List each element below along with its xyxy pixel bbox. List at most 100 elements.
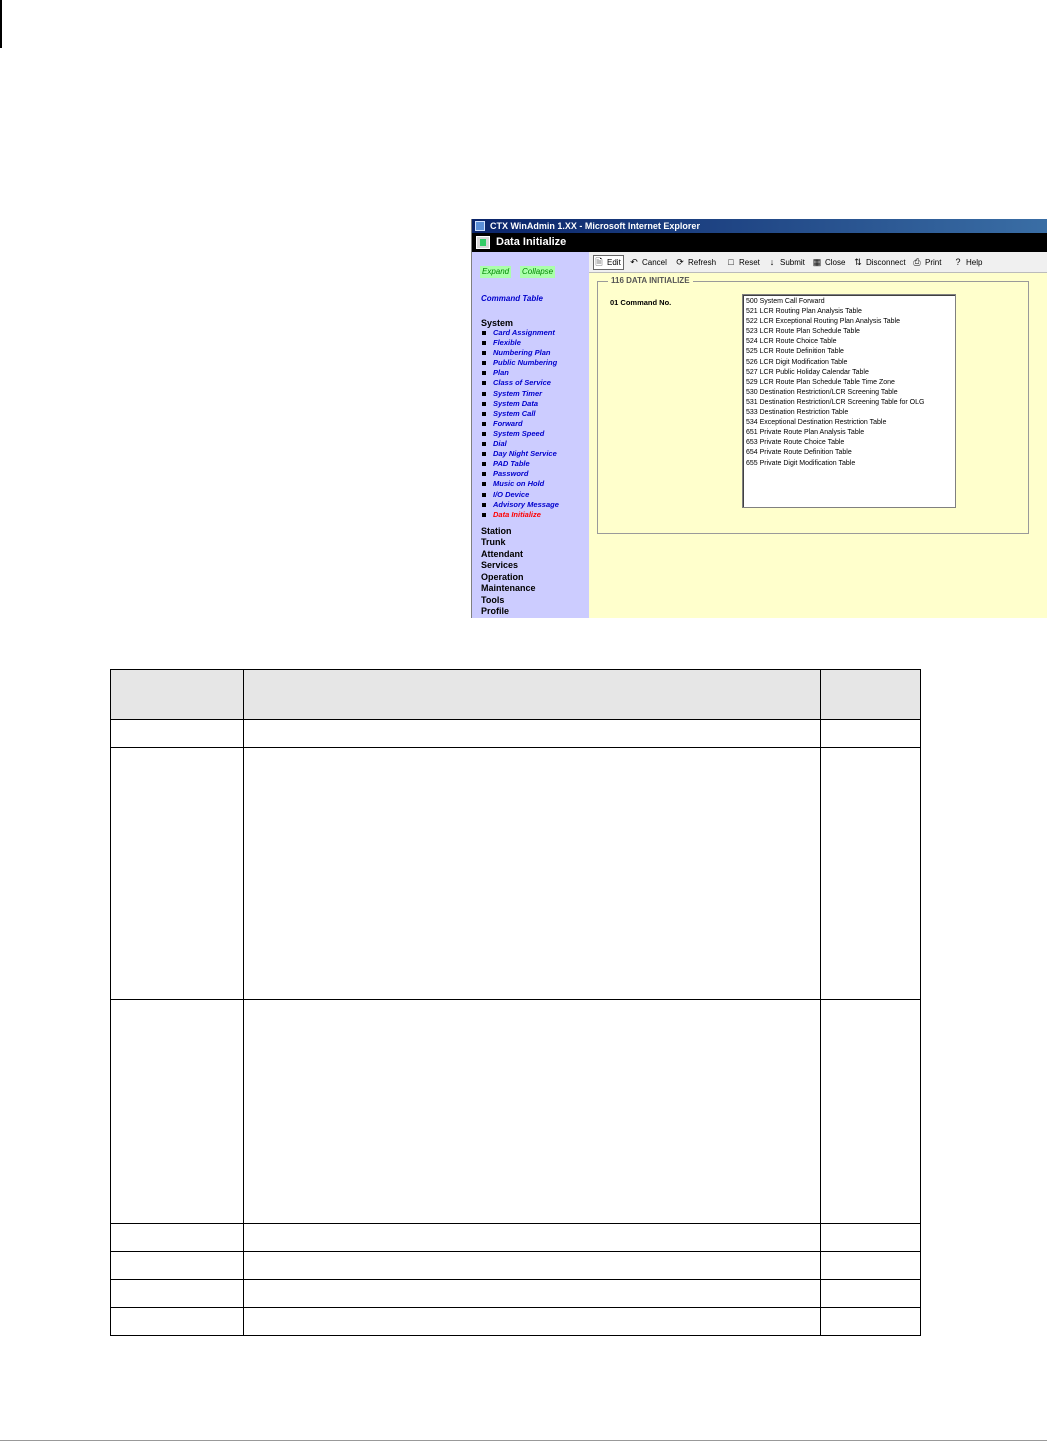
- nav-category-maintenance[interactable]: Maintenance: [481, 583, 536, 593]
- reset-label: Reset: [739, 258, 760, 267]
- cancel-button[interactable]: ↶ Cancel: [629, 256, 667, 269]
- disconnect-label: Disconnect: [866, 258, 906, 267]
- nav-item-password[interactable]: Password: [481, 469, 587, 479]
- nav-item-card-assignment[interactable]: Card Assignment: [481, 328, 587, 338]
- table-row: [110, 1223, 921, 1252]
- table-cell: [110, 1279, 244, 1308]
- listbox-option[interactable]: 531 Destination Restriction/LCR Screenin…: [746, 398, 952, 408]
- nav-item-system-speed-dial-cont[interactable]: Dial: [481, 439, 587, 449]
- nav-item-system-timer[interactable]: System Timer: [481, 389, 587, 399]
- edit-page-icon: 🗎: [595, 257, 603, 267]
- listbox-option[interactable]: 653 Private Route Choice Table: [746, 438, 952, 448]
- table-row: [110, 1307, 921, 1336]
- nav-system-list: Card Assignment Flexible Numbering Plan …: [481, 328, 587, 520]
- help-button[interactable]: ? Help: [953, 256, 982, 269]
- command-no-label: 01 Command No.: [610, 298, 672, 307]
- window-title: CTX WinAdmin 1.XX - Microsoft Internet E…: [490, 221, 700, 231]
- nav-item-advisory-message[interactable]: Advisory Message: [481, 500, 587, 510]
- table-cell: [820, 747, 921, 1000]
- nav-item-music-on-hold[interactable]: Music on Hold: [481, 479, 587, 489]
- listbox-option[interactable]: 533 Destination Restriction Table: [746, 408, 952, 418]
- nav-category-attendant[interactable]: Attendant: [481, 549, 523, 559]
- listbox-option[interactable]: 521 LCR Routing Plan Analysis Table: [746, 307, 952, 317]
- table-header-row: [110, 669, 921, 720]
- table-cell: [820, 1279, 921, 1308]
- table-cell: [110, 747, 244, 1000]
- table-row: [110, 1279, 921, 1308]
- cancel-label: Cancel: [642, 258, 667, 267]
- page-header-icon: [476, 236, 490, 249]
- nav-category-profile[interactable]: Profile: [481, 606, 509, 616]
- table-cell: [243, 747, 821, 1000]
- nav-item-class-of-service[interactable]: Class of Service: [481, 378, 587, 388]
- listbox-option[interactable]: 527 LCR Public Holiday Calendar Table: [746, 368, 952, 378]
- listbox-option[interactable]: 500 System Call Forward: [746, 297, 952, 307]
- table-cell: [820, 719, 921, 748]
- submit-icon: ↓: [769, 257, 775, 267]
- nav-item-pad-table[interactable]: PAD Table: [481, 459, 587, 469]
- listbox-option[interactable]: 522 LCR Exceptional Routing Plan Analysi…: [746, 317, 952, 327]
- page-corner-mark: [0, 0, 2, 48]
- listbox-option[interactable]: 525 LCR Route Definition Table: [746, 347, 952, 357]
- nav-category-trunk[interactable]: Trunk: [481, 537, 506, 547]
- collapse-button[interactable]: Collapse: [520, 266, 556, 278]
- listbox-option[interactable]: 523 LCR Route Plan Schedule Table: [746, 327, 952, 337]
- listbox-option[interactable]: 655 Private Digit Modification Table: [746, 459, 952, 469]
- print-button[interactable]: ⎙ Print: [912, 256, 941, 269]
- command-table-link[interactable]: Command Table: [481, 294, 543, 303]
- table-cell: [243, 1279, 821, 1308]
- toolbar: 🗎 Edit ↶ Cancel ⟳ Refresh □ Reset ↓ Submit ▦ C…: [589, 252, 1047, 273]
- page-title: Data Initialize: [496, 236, 567, 248]
- submit-label: Submit: [780, 258, 805, 267]
- nav-item-system-data[interactable]: System Data: [481, 399, 587, 409]
- listbox-option[interactable]: 651 Private Route Plan Analysis Table: [746, 428, 952, 438]
- table-cell: [243, 1307, 821, 1336]
- nav-item-public-numbering-plan-cont[interactable]: Plan: [481, 368, 587, 378]
- edit-label: Edit: [607, 258, 621, 267]
- listbox-option[interactable]: 526 LCR Digit Modification Table: [746, 358, 952, 368]
- nav-system-heading[interactable]: System: [481, 318, 513, 328]
- refresh-button[interactable]: ⟳ Refresh: [675, 256, 716, 269]
- refresh-icon: ⟳: [676, 257, 684, 267]
- table-cell: [110, 1307, 244, 1336]
- listbox-option[interactable]: 530 Destination Restriction/LCR Screenin…: [746, 388, 952, 398]
- help-label: Help: [966, 258, 983, 267]
- expand-button[interactable]: Expand: [480, 266, 512, 278]
- nav-item-day-night-service[interactable]: Day Night Service: [481, 449, 587, 459]
- close-button[interactable]: ▦ Close: [812, 256, 846, 269]
- help-icon: ?: [955, 257, 961, 267]
- nav-category-tools[interactable]: Tools: [481, 595, 504, 605]
- nav-item-system-call-forward-cont[interactable]: Forward: [481, 419, 587, 429]
- submit-button[interactable]: ↓ Submit: [767, 256, 805, 269]
- parameter-table: [110, 669, 921, 1336]
- nav-pane: Expand Collapse Command Table System Car…: [472, 252, 589, 618]
- refresh-label: Refresh: [688, 258, 717, 267]
- command-no-listbox[interactable]: 500 System Call Forward 521 LCR Routing …: [742, 294, 956, 508]
- table-cell: [820, 1307, 921, 1336]
- nav-item-flexible-numbering-plan[interactable]: Flexible: [481, 338, 587, 348]
- listbox-option[interactable]: 654 Private Route Definition Table: [746, 448, 952, 458]
- nav-category-services[interactable]: Services: [481, 560, 518, 570]
- nav-item-io-device[interactable]: I/O Device: [481, 490, 587, 500]
- disconnect-button[interactable]: ⇅ Disconnect: [853, 256, 906, 269]
- undo-arrow-icon: ↶: [630, 257, 638, 267]
- nav-item-flexible-numbering-plan-cont[interactable]: Numbering Plan: [481, 348, 587, 358]
- table-cell: [243, 1223, 821, 1252]
- nav-category-station[interactable]: Station: [481, 526, 512, 536]
- nav-item-public-numbering-plan[interactable]: Public Numbering: [481, 358, 587, 368]
- nav-item-data-initialize[interactable]: Data Initialize: [481, 510, 587, 520]
- nav-item-system-call-forward[interactable]: System Call: [481, 409, 587, 419]
- window-titlebar: CTX WinAdmin 1.XX - Microsoft Internet E…: [472, 219, 1047, 233]
- ie-app-icon: [475, 221, 485, 231]
- nav-category-operation[interactable]: Operation: [481, 572, 524, 582]
- listbox-option[interactable]: 529 LCR Route Plan Schedule Table Time Z…: [746, 378, 952, 388]
- nav-item-system-speed-dial[interactable]: System Speed: [481, 429, 587, 439]
- blank-page-icon: □: [728, 257, 734, 267]
- edit-button[interactable]: 🗎 Edit: [593, 255, 624, 270]
- listbox-option[interactable]: 524 LCR Route Choice Table: [746, 337, 952, 347]
- listbox-option[interactable]: 534 Exceptional Destination Restriction …: [746, 418, 952, 428]
- table-header-cell: [820, 669, 921, 720]
- reset-button[interactable]: □ Reset: [726, 256, 760, 269]
- table-cell: [110, 719, 244, 748]
- table-cell: [820, 999, 921, 1224]
